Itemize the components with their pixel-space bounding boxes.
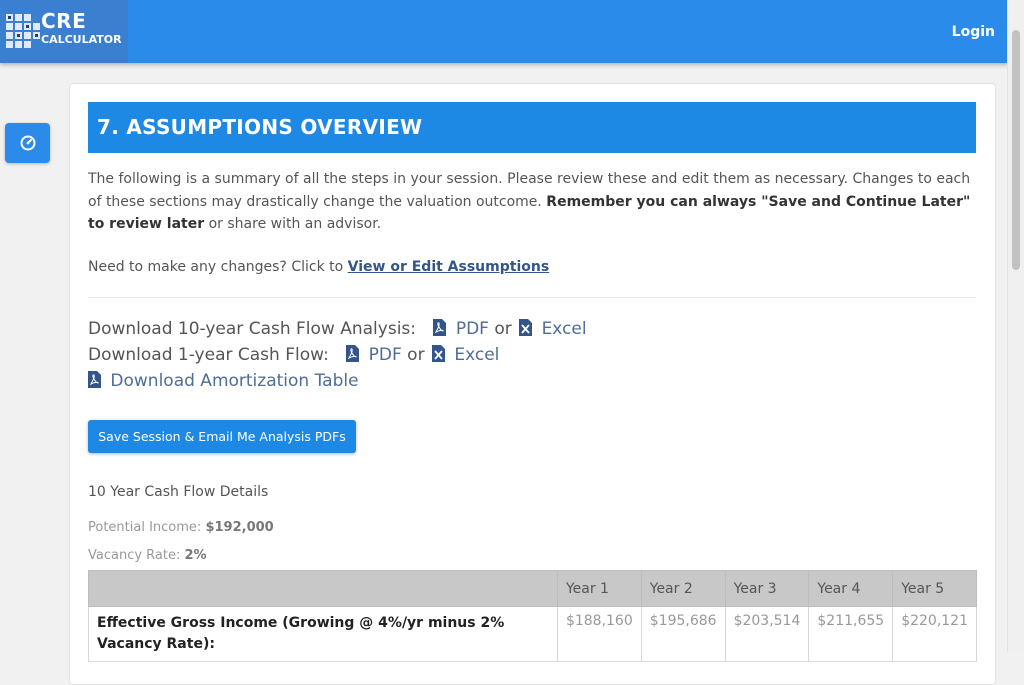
or-text: or	[494, 319, 512, 339]
cash-flow-details-title: 10 Year Cash Flow Details	[88, 484, 269, 500]
building-grid-icon	[6, 14, 40, 48]
download-10-year-row: Download 10-year Cash Flow Analysis: PDF…	[88, 319, 587, 339]
table-header-cell: Year 4	[808, 570, 894, 607]
download-1-year-excel-link[interactable]: Excel	[454, 345, 499, 365]
table-row: Effective Gross Income (Growing @ 4%/yr …	[88, 606, 977, 662]
table-cell: $203,514	[724, 606, 810, 662]
logo[interactable]: CRE CALCULATOR	[0, 0, 128, 63]
download-10-year-pdf-link[interactable]: PDF	[456, 319, 489, 339]
potential-income-label: Potential Income:	[88, 520, 202, 535]
excel-file-icon	[431, 345, 445, 362]
top-navbar: CRE CALCULATOR Login	[0, 0, 1008, 63]
table-header-cell: Year 1	[556, 570, 642, 607]
scrollbar-thumb[interactable]	[1012, 30, 1020, 270]
or-text: or	[407, 345, 425, 365]
logo-text-cre: CRE	[41, 9, 87, 33]
table-cell: $220,121	[892, 606, 977, 662]
vacancy-rate-stat: Vacancy Rate: 2%	[88, 548, 207, 563]
download-10-year-label: Download 10-year Cash Flow Analysis:	[88, 319, 417, 339]
table-header-cell: Year 2	[640, 570, 726, 607]
divider	[88, 297, 976, 298]
table-cell: $188,160	[556, 606, 642, 662]
dashboard-button[interactable]	[5, 123, 50, 163]
pdf-file-icon	[433, 319, 447, 336]
pdf-file-icon	[346, 345, 360, 362]
intro-paragraph: The following is a summary of all the st…	[88, 168, 973, 236]
view-edit-assumptions-link[interactable]: View or Edit Assumptions	[348, 259, 550, 275]
vertical-scrollbar[interactable]	[1007, 0, 1024, 652]
vacancy-rate-label: Vacancy Rate:	[88, 548, 181, 563]
dashboard-gauge-icon	[20, 135, 35, 151]
table-header-cell: Year 3	[724, 570, 810, 607]
intro-tail-text: or share with an advisor.	[204, 216, 382, 232]
pdf-file-icon	[88, 371, 101, 388]
potential-income-value: $192,000	[205, 520, 274, 535]
table-header-cell: Year 5	[892, 570, 977, 607]
row-label: Effective Gross Income (Growing @ 4%/yr …	[88, 606, 558, 662]
table-cell: $211,655	[808, 606, 894, 662]
cash-flow-table: Year 1 Year 2 Year 3 Year 4 Year 5 Effec…	[88, 570, 977, 662]
download-1-year-pdf-link[interactable]: PDF	[369, 345, 402, 365]
download-amortization-row: Download Amortization Table	[88, 371, 359, 391]
logo-text-calculator: CALCULATOR	[41, 33, 122, 46]
assumptions-card: 7. ASSUMPTIONS OVERVIEW The following is…	[69, 83, 996, 685]
save-session-email-button[interactable]: Save Session & Email Me Analysis PDFs	[88, 420, 356, 453]
table-cell: $195,686	[640, 606, 726, 662]
page-title: 7. ASSUMPTIONS OVERVIEW	[88, 102, 976, 153]
changes-prompt-text: Need to make any changes? Click to	[88, 259, 348, 275]
download-1-year-label: Download 1-year Cash Flow:	[88, 345, 329, 365]
vacancy-rate-value: 2%	[184, 548, 207, 563]
table-header-row: Year 1 Year 2 Year 3 Year 4 Year 5	[88, 570, 977, 607]
download-10-year-excel-link[interactable]: Excel	[542, 319, 587, 339]
changes-prompt: Need to make any changes? Click to View …	[88, 259, 549, 275]
potential-income-stat: Potential Income: $192,000	[88, 520, 274, 535]
download-amortization-link[interactable]: Download Amortization Table	[110, 371, 358, 391]
login-link[interactable]: Login	[952, 24, 995, 40]
excel-file-icon	[519, 319, 533, 336]
download-1-year-row: Download 1-year Cash Flow: PDF or Excel	[88, 345, 499, 365]
table-header-cell	[88, 570, 558, 607]
